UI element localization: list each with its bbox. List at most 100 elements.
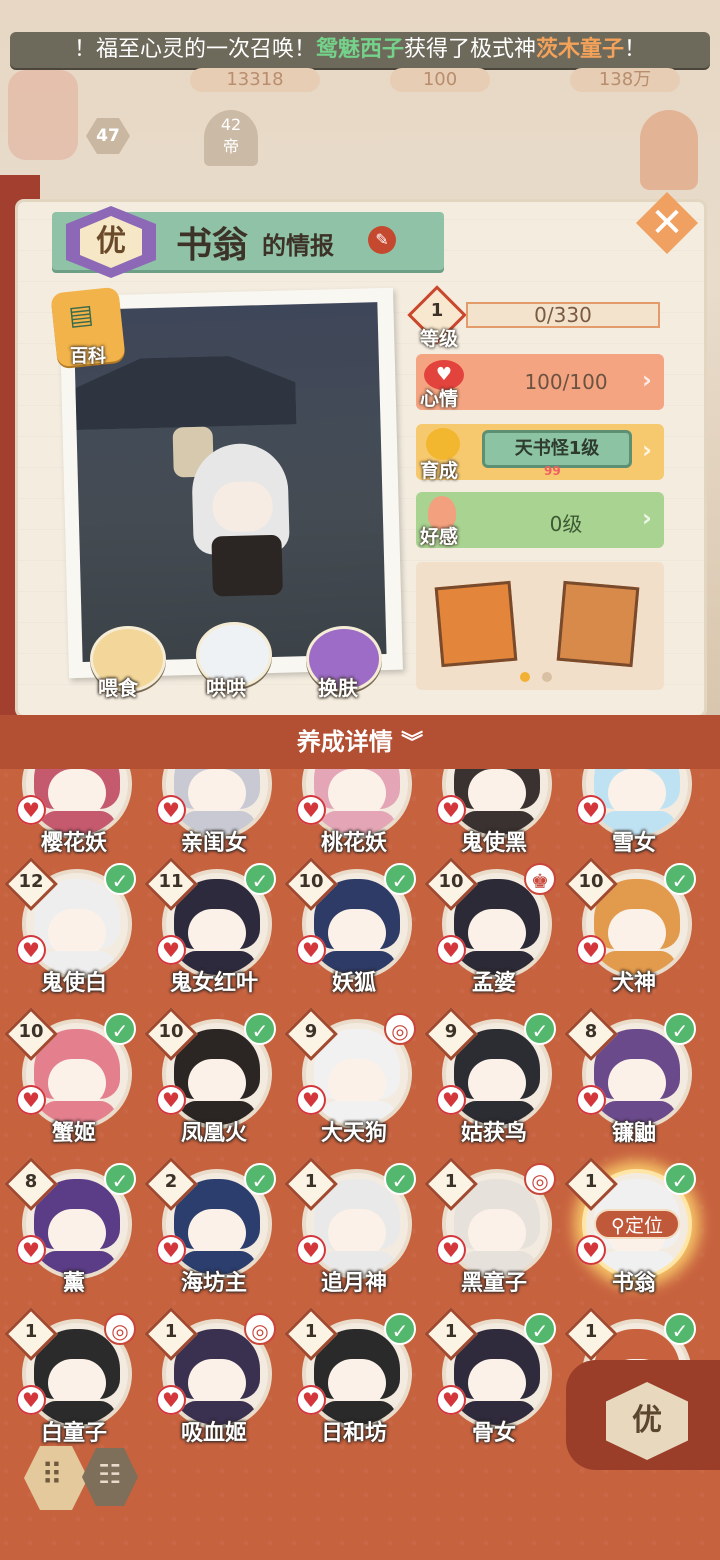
shikigami-name: 日和坊	[320, 1421, 387, 1446]
shikigami-name: 海坊主	[180, 1271, 247, 1296]
portrait-face	[328, 1209, 386, 1257]
shikigami-card[interactable]: 8 ♥ ✓ 镰鼬	[564, 1007, 704, 1161]
heart-icon: ♥	[436, 795, 466, 825]
shikigami-name: 桃花妖	[320, 831, 387, 856]
check-icon: ✓	[664, 1163, 696, 1195]
growth-value: 天书怪1级	[482, 430, 632, 468]
heart-icon: ♥	[576, 795, 606, 825]
check-icon: ✓	[104, 1013, 136, 1045]
portrait-face	[188, 909, 246, 957]
heart-icon: ♥	[156, 935, 186, 965]
heart-icon: ♥	[436, 1235, 466, 1265]
spiral-icon: ◎	[244, 1313, 276, 1345]
spiral-icon: ◎	[104, 1313, 136, 1345]
close-icon: ✕	[650, 200, 684, 246]
portrait-face	[468, 909, 526, 957]
shikigami-name: 鬼使白	[40, 971, 107, 996]
fish-lantern-decoration	[640, 110, 698, 190]
portrait-face	[48, 1359, 106, 1407]
shikigami-name: 姑获鸟	[460, 1121, 527, 1146]
locate-tag[interactable]: ⚲定位	[594, 1209, 680, 1239]
level-number: 1	[444, 1171, 458, 1192]
shikigami-card[interactable]: 10 ♥ ✓ 凤凰火	[144, 1007, 284, 1161]
skin-preview-panel	[416, 562, 664, 690]
details-bar-label: 养成详情 ︾	[0, 722, 720, 757]
shikigami-name: 黑童子	[460, 1271, 527, 1296]
character-name: 书翁	[176, 225, 249, 266]
shikigami-card[interactable]: 1 ♥ ◎ 吸血姬	[144, 1307, 284, 1461]
level-number: 10	[298, 871, 324, 892]
level-number: 11	[158, 871, 184, 892]
affinity-value: 0级	[549, 512, 583, 536]
shikigami-name: 犬神	[611, 971, 656, 996]
heart-icon: ♥	[296, 1385, 326, 1415]
edit-name-button[interactable]: ✎	[368, 226, 396, 254]
level-number: 2	[164, 1171, 178, 1192]
skin-card-2[interactable]	[556, 580, 640, 668]
shikigami-card[interactable]: ♥ 桃花妖	[284, 769, 424, 871]
shikigami-card[interactable]: 9 ♥ ◎ 大天狗	[284, 1007, 424, 1161]
shikigami-card[interactable]: 1 ♥ ✓ 日和坊	[284, 1307, 424, 1461]
check-icon: ✓	[244, 1013, 276, 1045]
chevron-right-icon: ›	[642, 504, 652, 532]
shikigami-name: 孟婆	[471, 971, 516, 996]
shikigami-name: 鬼使黑	[460, 831, 527, 856]
level-label: 等级	[420, 328, 459, 350]
spiral-icon: ◎	[524, 1163, 556, 1195]
check-icon: ✓	[384, 1313, 416, 1345]
growth-row[interactable]: 育成 天书怪1级 99 ›	[416, 424, 664, 482]
coax-label: 哄哄	[206, 676, 246, 700]
character-robe	[211, 534, 283, 597]
portrait-face	[328, 909, 386, 957]
affinity-row[interactable]: 好感 0级 ›	[416, 492, 664, 548]
shikigami-card[interactable]: 9 ♥ ✓ 姑获鸟	[424, 1007, 564, 1161]
portrait-face	[468, 1059, 526, 1107]
portrait-face	[468, 769, 526, 817]
mood-value: 100/100	[524, 370, 608, 394]
shikigami-name: 妖狐	[331, 971, 376, 996]
banner-shikigami-name: 茨木童子	[536, 37, 625, 62]
heart-icon: ♥	[16, 795, 46, 825]
event-counter-value: 42	[220, 115, 242, 134]
portrait-face	[608, 1059, 666, 1107]
shikigami-card[interactable]: 12 ♥ ✓ 鬼使白	[4, 857, 144, 1011]
exp-value: 0/330	[534, 303, 592, 327]
shikigami-name: 凤凰火	[180, 1121, 247, 1146]
shikigami-card[interactable]: 10 ♥ ✓ 蟹姬	[4, 1007, 144, 1161]
check-icon: ✓	[244, 1163, 276, 1195]
portrait-face	[188, 1059, 246, 1107]
shikigami-card[interactable]: 1 ♥ ◎ 白童子	[4, 1307, 144, 1461]
skin-card-1[interactable]	[434, 580, 518, 668]
check-icon: ✓	[524, 1313, 556, 1345]
shikigami-name: 鬼女红叶	[169, 971, 258, 996]
mood-row[interactable]: ♥ 心情 100/100 ›	[416, 354, 664, 410]
shikigami-card[interactable]: ♥ 雪女	[564, 769, 704, 871]
character-model	[172, 424, 295, 597]
summon-announcement-banner: ！福至心灵的一次召唤！鸳魅西子获得了极式神茨木童子！	[10, 32, 710, 68]
shikigami-card[interactable]: 1 ♥ ✓ 追月神	[284, 1157, 424, 1311]
shikigami-card[interactable]: 8 ♥ ✓ 薰	[4, 1157, 144, 1311]
shikigami-card[interactable]: 10 ♥ ✓ 妖狐	[284, 857, 424, 1011]
shikigami-card[interactable]: 2 ♥ ✓ 海坊主	[144, 1157, 284, 1311]
shikigami-card[interactable]: 1 ♥ ✓ 骨女	[424, 1307, 564, 1461]
banner-suffix: ！	[624, 37, 647, 62]
shikigami-card[interactable]: 11 ♥ ✓ 鬼女红叶	[144, 857, 284, 1011]
check-icon: ✓	[244, 863, 276, 895]
shikigami-card[interactable]: ♥ 樱花妖	[4, 769, 144, 871]
heart-icon: ♥	[576, 935, 606, 965]
shikigami-card[interactable]: 1 ♥ ✓ ⚲定位 书翁	[564, 1157, 704, 1311]
shikigami-card[interactable]: ♥ 鬼使黑	[424, 769, 564, 871]
shikigami-card[interactable]: 1 ♥ ◎ 黑童子	[424, 1157, 564, 1311]
shikigami-card[interactable]: 10 ♥ ♚ 孟婆	[424, 857, 564, 1011]
shikigami-card[interactable]: ♥ 亲闺女	[144, 769, 284, 871]
edit-icon: ✎	[375, 230, 389, 249]
heart-icon: ♥	[296, 1235, 326, 1265]
shikigami-name: 雪女	[611, 831, 656, 856]
portrait-face	[328, 1359, 386, 1407]
shikigami-card[interactable]: 10 ♥ ✓ 犬神	[564, 857, 704, 1011]
heart-icon: ♥	[296, 1085, 326, 1115]
heart-icon: ♥	[296, 795, 326, 825]
chevron-right-icon: ›	[642, 366, 652, 394]
chevron-double-down-icon: ︾	[401, 731, 424, 756]
level-value: 1	[430, 300, 444, 321]
